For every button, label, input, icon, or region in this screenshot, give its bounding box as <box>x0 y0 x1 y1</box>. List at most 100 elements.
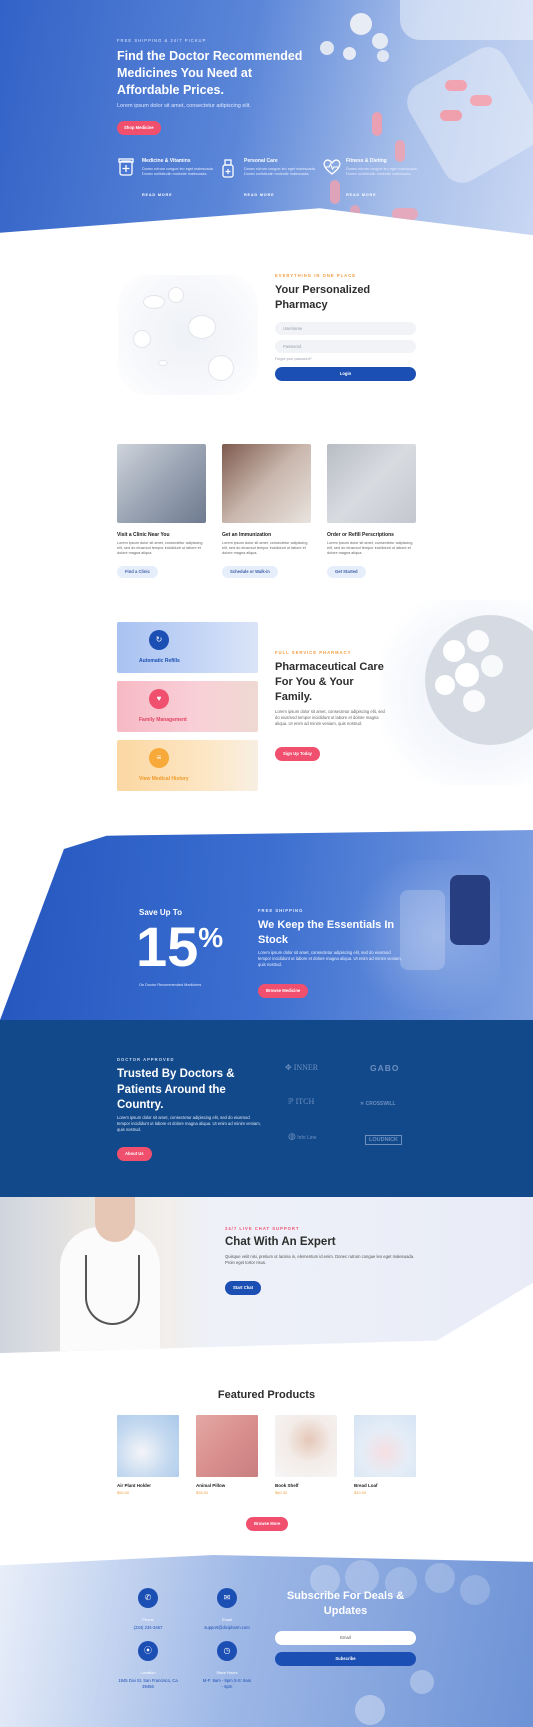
contact-email[interactable]: support@divipharm.com <box>187 1625 267 1631</box>
partner-logo: ℙ ITCH <box>288 1097 315 1106</box>
service-title: Visit a Clinic Near You <box>117 532 170 538</box>
service-card-immunization: Get an Immunization Lorem ipsum dolor si… <box>222 444 311 578</box>
pill-image <box>350 13 372 35</box>
partner-logo: GABO <box>370 1063 400 1073</box>
offer-desc: Lorem ipsum dolor sit amet, consectetur … <box>258 950 402 968</box>
product-card[interactable]: Book Shelf $60.00 <box>275 1415 337 1495</box>
chat-desc: Quisque velit nisi, pretium ut lacinia i… <box>225 1254 415 1266</box>
pill-bottle-image <box>400 0 533 40</box>
partner-logo: ✕ CROSSWILL <box>360 1101 396 1107</box>
partner-logo: ◍ Info Line <box>288 1131 317 1142</box>
read-more-link[interactable]: READ MORE <box>346 193 376 197</box>
pill-image <box>372 33 388 49</box>
subscribe-button[interactable]: Subscribe <box>275 1652 416 1666</box>
hero-title: Find the Doctor Recommended Medicines Yo… <box>117 49 303 97</box>
inner-logo-icon: ✥ <box>285 1063 294 1072</box>
pink-pill <box>470 95 492 106</box>
service-desc: Lorem ipsum dolor sit amet, consectetur … <box>222 541 308 556</box>
pink-pill <box>372 112 382 136</box>
sign-up-button[interactable]: Sign Up Today <box>275 747 321 761</box>
products-title: Featured Products <box>217 1389 316 1401</box>
pink-pill <box>392 208 418 220</box>
contact-phone[interactable]: (234) 234-3467 <box>108 1625 188 1631</box>
pink-pill <box>395 140 405 162</box>
pink-pill <box>445 80 467 91</box>
product-card[interactable]: Air Plant Holder $50.00 <box>117 1415 179 1495</box>
trust-desc: Lorem ipsum dolor sit amet, consectetur … <box>117 1115 261 1133</box>
trust-title: Trusted By Doctors & Patients Around the… <box>117 1068 235 1111</box>
forgot-password-link[interactable]: Forgot your password? <box>275 357 312 361</box>
offer-title: We Keep the Essentials In Stock <box>258 919 395 946</box>
contact-label: Store Hours <box>216 1670 238 1675</box>
product-card[interactable]: Animal Pillow $35.00 <box>196 1415 258 1495</box>
password-field[interactable]: Password <box>275 340 416 353</box>
service-desc: Lorem ipsum dolor sit amet, consectetur … <box>327 541 413 556</box>
browse-more-button[interactable]: Browse More <box>246 1517 289 1531</box>
hero-kicker: FREE SHIPPING & 24/7 PICKUP <box>117 38 207 43</box>
feature-title: Fitness & Dieting <box>346 158 387 164</box>
service-card-refill: Order or Refill Perscriptions Lorem ipsu… <box>327 444 416 578</box>
pharmacy-title: Your Personalized Pharmacy <box>275 284 371 311</box>
infoline-logo-icon: ◍ <box>288 1131 296 1141</box>
feature-desc: Donec rutrum congue leo eget malesuada. … <box>244 167 316 176</box>
feature-title: Medicine & Vitamins <box>142 158 191 164</box>
login-button[interactable]: Login <box>275 367 416 381</box>
contact-hours: M-F: 9am - 9pm S-S: 9am - 6pm <box>202 1678 252 1689</box>
feature-title: Personal Care <box>244 158 278 164</box>
pharmacy-kicker: EVERYTHING IN ONE PLACE <box>275 273 357 278</box>
discount-note: On Doctor Recommended Medicines <box>139 983 202 987</box>
care-title: Pharmaceutical Care For You & Your Famil… <box>275 661 384 703</box>
tile-medical-history[interactable]: ≡ View Medical History <box>117 740 258 791</box>
trusted-section <box>0 1020 533 1197</box>
footer-section <box>0 1555 533 1727</box>
refresh-icon: ↻ <box>149 630 169 650</box>
start-chat-button[interactable]: Start Chat <box>225 1281 262 1295</box>
product-name[interactable]: Air Plant Holder <box>117 1483 179 1488</box>
care-desc: Lorem ipsum dolor sit amet, consectetur … <box>275 709 385 727</box>
pink-pill <box>350 205 360 227</box>
product-image[interactable] <box>196 1415 258 1477</box>
read-more-link[interactable]: READ MORE <box>142 193 172 197</box>
chat-section <box>0 1197 533 1353</box>
product-image[interactable] <box>117 1415 179 1477</box>
pink-pill <box>330 180 340 204</box>
product-name[interactable]: Bread Loaf <box>354 1483 416 1488</box>
shop-medicine-button[interactable]: Shop Medicine <box>117 121 161 135</box>
contact-label: Location <box>140 1670 156 1675</box>
service-title: Order or Refill Perscriptions <box>327 532 394 538</box>
immunization-photo <box>222 444 311 523</box>
product-card[interactable]: Bread Loaf $10.00 <box>354 1415 416 1495</box>
tile-family-management[interactable]: ♥ Family Management <box>117 681 258 732</box>
chat-title: Chat With An Expert <box>225 1236 336 1248</box>
product-price: $50.00 <box>117 1490 130 1495</box>
product-price: $10.00 <box>354 1490 367 1495</box>
percent-number: 15 <box>136 915 199 978</box>
hero-section: FREE SHIPPING & 24/7 PICKUP Find the Doc… <box>0 0 533 236</box>
trust-kicker: DOCTOR APPROVED <box>117 1057 175 1062</box>
about-us-button[interactable]: About Us <box>117 1147 152 1161</box>
schedule-button[interactable]: Schedule or Walk-in <box>222 565 278 578</box>
service-desc: Lorem ipsum dolor sit amet, consectetur … <box>117 541 203 556</box>
hero-subtitle: Lorem ipsum dolor sit amet, consectetur … <box>117 103 251 109</box>
tile-automatic-refills[interactable]: ↻ Automatic Refills <box>117 622 258 673</box>
product-image[interactable] <box>275 1415 337 1477</box>
partner-logo: ✥ INNER <box>285 1063 319 1072</box>
service-title: Get an Immunization <box>222 532 272 538</box>
service-card-clinic: Visit a Clinic Near You Lorem ipsum dolo… <box>117 444 206 578</box>
product-image[interactable] <box>354 1415 416 1477</box>
read-more-link[interactable]: READ MORE <box>244 193 274 197</box>
pill-image <box>343 47 356 60</box>
username-field[interactable]: Username <box>275 322 416 335</box>
email-input[interactable]: Email <box>275 1631 416 1645</box>
pink-pill <box>440 110 462 121</box>
chat-kicker: 24/7 LIVE CHAT SUPPORT <box>225 1226 300 1231</box>
contact-location: 1945 Divi St. San Francisco, Ca 39456 <box>118 1678 178 1689</box>
get-started-button[interactable]: Get Started <box>327 565 366 578</box>
product-name[interactable]: Book Shelf <box>275 1483 337 1488</box>
care-kicker: FULL SERVICE PHARMACY <box>275 650 352 655</box>
product-name[interactable]: Animal Pillow <box>196 1483 258 1488</box>
history-icon: ≡ <box>149 748 169 768</box>
browse-medicine-button[interactable]: Browse Medicine <box>258 984 309 998</box>
subscribe-title: Subscribe For Deals & Updates <box>286 1590 405 1617</box>
find-clinic-button[interactable]: Find a Clinic <box>117 565 158 578</box>
